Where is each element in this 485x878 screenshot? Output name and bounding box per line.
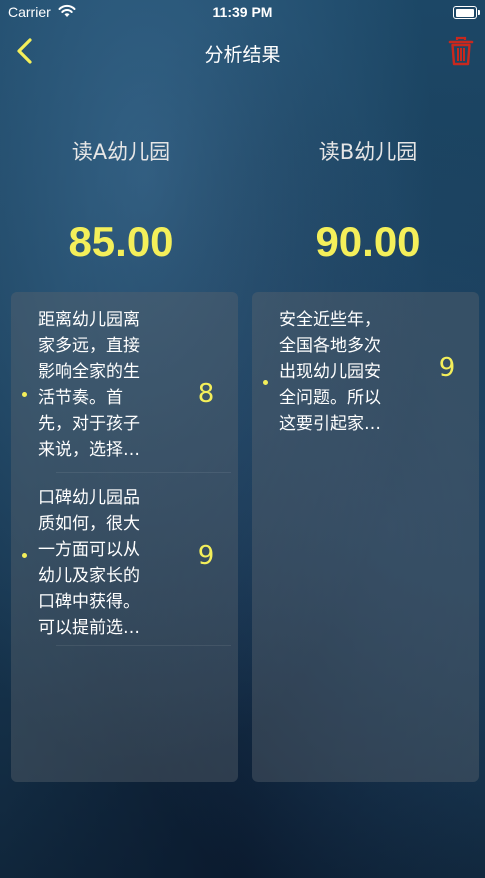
bullet-dot: [22, 392, 27, 397]
battery-icon: [453, 6, 480, 19]
kindergarten-a-title: 读A幼儿园: [71, 140, 171, 164]
list-item[interactable]: 安全近些年， 全国各地多次 出现幼儿园安 全问题。所以 这要引起家… 9: [252, 307, 479, 452]
trash-icon: [448, 36, 474, 66]
kindergarten-b-reasons-list[interactable]: 安全近些年， 全国各地多次 出现幼儿园安 全问题。所以 这要引起家… 9: [252, 292, 479, 782]
navigation-bar: 分析结果: [0, 30, 485, 74]
reason-text: 安全近些年， 全国各地多次 出现幼儿园安 全问题。所以 这要引起家…: [279, 310, 381, 434]
row-divider: [56, 472, 231, 473]
kindergarten-a-score: 85.00: [68, 218, 174, 265]
reason-text: 口碑幼儿园品 质如何，很大 一方面可以从 幼儿及家长的 口碑中获得。 可以提前选…: [38, 488, 140, 638]
reason-score: 9: [438, 353, 456, 383]
status-time: 11:39 PM: [212, 4, 273, 20]
status-bar: Carrier 11:39 PM: [0, 0, 485, 26]
list-item[interactable]: 距离幼儿园离 家多远，直接 影响全家的生 活节奏。首 先，对于孩子 来说，选择……: [11, 307, 238, 472]
bullet-dot: [22, 553, 27, 558]
battery-level-fill: [455, 8, 474, 17]
reason-score: 8: [197, 379, 215, 409]
kindergarten-b-title: 读B幼儿园: [318, 140, 418, 164]
bullet-dot: [263, 380, 268, 385]
delete-button[interactable]: [445, 34, 477, 68]
page-title: 分析结果: [204, 44, 281, 66]
row-divider: [56, 645, 231, 646]
reason-text: 距离幼儿园离 家多远，直接 影响全家的生 活节奏。首 先，对于孩子 来说，选择…: [38, 310, 140, 460]
kindergarten-a-reasons-list[interactable]: 距离幼儿园离 家多远，直接 影响全家的生 活节奏。首 先，对于孩子 来说，选择……: [11, 292, 238, 782]
kindergarten-b-score: 90.00: [315, 218, 421, 265]
list-item[interactable]: 口碑幼儿园品 质如何，很大 一方面可以从 幼儿及家长的 口碑中获得。 可以提前选…: [11, 485, 238, 645]
reason-score: 9: [197, 541, 215, 571]
